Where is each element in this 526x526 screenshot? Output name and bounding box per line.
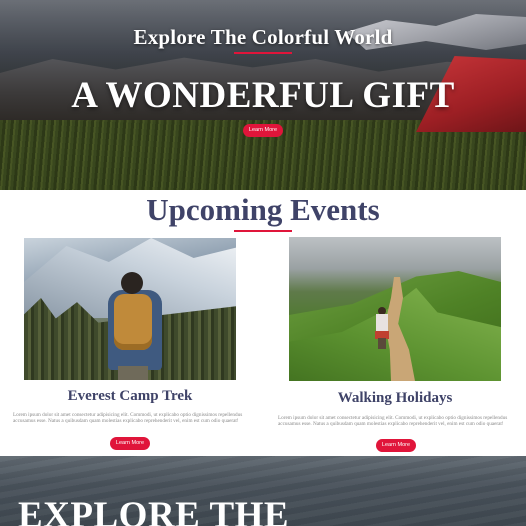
hero-learn-more-button[interactable]: Learn More (243, 124, 283, 137)
hero-headline: A WONDERFUL GIFT (71, 75, 455, 116)
walking-holidays-image (289, 237, 501, 381)
hero-title-underline (234, 52, 292, 54)
walker-figure (375, 307, 389, 349)
explore-banner: EXPLORE THE (0, 456, 526, 526)
hero-banner: Explore The Colorful World A WONDERFUL G… (0, 0, 526, 190)
events-section-title: Upcoming Events (146, 192, 380, 227)
event-learn-more-button[interactable]: Learn More (110, 437, 150, 450)
event-card-title: Everest Camp Trek (67, 388, 193, 404)
event-card-description: Lorem ipsum dolor sit amet consectetur a… (13, 412, 243, 425)
hero-title: Explore The Colorful World (133, 25, 393, 49)
event-learn-more-button[interactable]: Learn More (376, 439, 416, 452)
everest-trek-image (24, 238, 236, 380)
event-card-description: Lorem ipsum dolor sit amet consectetur a… (278, 415, 508, 428)
event-card-title: Walking Holidays (337, 390, 453, 406)
events-title-underline (234, 230, 292, 232)
hiker-figure (104, 272, 174, 380)
explore-headline: EXPLORE THE (18, 495, 290, 526)
